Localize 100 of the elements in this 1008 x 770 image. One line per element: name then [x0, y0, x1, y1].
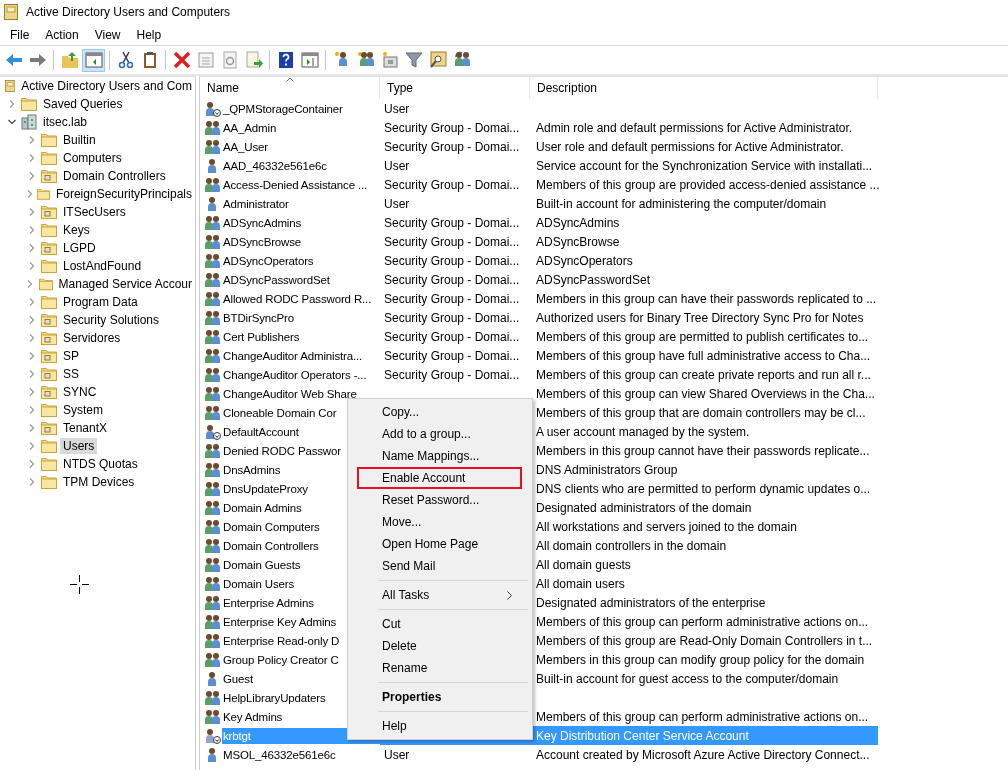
tree-item[interactable]: SYNC: [60, 384, 100, 400]
tree-item[interactable]: Domain Controllers: [60, 168, 169, 184]
name-cell[interactable]: Cert Publishers: [222, 328, 301, 345]
name-cell[interactable]: Key Admins: [222, 708, 284, 725]
collapsed-chevron-icon[interactable]: [27, 352, 36, 360]
name-cell[interactable]: Domain Guests: [222, 556, 302, 573]
collapsed-chevron-icon[interactable]: [25, 190, 34, 198]
name-cell[interactable]: ADSyncBrowse: [222, 233, 303, 250]
collapsed-chevron-icon[interactable]: [26, 280, 35, 288]
tree-item[interactable]: Managed Service Accour: [55, 276, 195, 292]
tree-item[interactable]: Active Directory Users and Com: [18, 78, 195, 94]
context-menu-item[interactable]: Add to a group...: [348, 423, 522, 445]
context-menu-item[interactable]: Open Home Page: [348, 533, 522, 555]
name-cell[interactable]: DefaultAccount: [222, 423, 300, 440]
name-cell[interactable]: Allowed RODC Password R...: [222, 290, 373, 307]
context-menu-item[interactable]: Send Mail: [348, 555, 522, 577]
name-cell[interactable]: Domain Controllers: [222, 537, 320, 554]
tree-item[interactable]: NTDS Quotas: [60, 456, 141, 472]
collapsed-chevron-icon[interactable]: [27, 442, 36, 450]
name-cell[interactable]: Guest: [222, 670, 254, 687]
collapsed-chevron-icon[interactable]: [27, 370, 36, 378]
name-cell[interactable]: ChangeAuditor Administra...: [222, 347, 364, 364]
name-cell[interactable]: Domain Admins: [222, 499, 303, 516]
tree-item[interactable]: Saved Queries: [40, 96, 126, 112]
context-menu-item[interactable]: Copy...: [348, 401, 522, 423]
tree-item[interactable]: Security Solutions: [60, 312, 163, 328]
collapsed-chevron-icon[interactable]: [27, 460, 36, 468]
name-cell[interactable]: ADSyncPasswordSet: [222, 271, 331, 288]
tree-item[interactable]: Keys: [60, 222, 93, 238]
name-cell[interactable]: Enterprise Read-only D: [222, 632, 341, 649]
collapsed-chevron-icon[interactable]: [27, 172, 36, 180]
collapsed-chevron-icon[interactable]: [27, 424, 36, 432]
context-menu-item[interactable]: Move...: [348, 511, 522, 533]
description-cell-text: Members in this group can have their passwords replicated to ...: [535, 290, 878, 308]
name-cell[interactable]: Enterprise Admins: [222, 594, 315, 611]
collapsed-chevron-icon[interactable]: [27, 226, 36, 234]
name-cell[interactable]: ADSyncOperators: [222, 252, 315, 269]
name-cell[interactable]: ADSyncAdmins: [222, 214, 303, 231]
name-cell[interactable]: DnsAdmins: [222, 461, 282, 478]
context-menu-item[interactable]: Cut: [348, 613, 522, 635]
expanded-chevron-icon[interactable]: [7, 118, 16, 126]
tree-item[interactable]: SS: [60, 366, 82, 382]
tree-item[interactable]: Builtin: [60, 132, 99, 148]
tree-item[interactable]: Users: [60, 438, 98, 454]
name-cell[interactable]: ChangeAuditor Web Share: [222, 385, 358, 402]
name-cell[interactable]: Access-Denied Assistance ...: [222, 176, 369, 193]
collapsed-chevron-icon[interactable]: [27, 208, 36, 216]
name-cell[interactable]: Group Policy Creator C: [222, 651, 340, 668]
context-menu-item[interactable]: Enable Account: [348, 467, 522, 489]
tree-item[interactable]: TPM Devices: [60, 474, 138, 490]
collapsed-chevron-icon[interactable]: [27, 298, 36, 306]
column-header[interactable]: Type: [380, 77, 530, 99]
tree-item[interactable]: LostAndFound: [60, 258, 145, 274]
name-cell[interactable]: ChangeAuditor Operators -...: [222, 366, 368, 383]
collapsed-chevron-icon[interactable]: [27, 154, 36, 162]
name-cell[interactable]: DnsUpdateProxy: [222, 480, 309, 497]
context-menu-item[interactable]: Properties: [348, 686, 522, 708]
name-cell[interactable]: HelpLibraryUpdaters: [222, 689, 327, 706]
context-menu-item[interactable]: Delete: [348, 635, 522, 657]
context-menu-item[interactable]: Name Mappings...: [348, 445, 522, 467]
context-menu-item[interactable]: Rename: [348, 657, 522, 679]
menu-item[interactable]: Help: [128, 25, 170, 44]
menu-item[interactable]: Action: [37, 25, 87, 44]
name-cell[interactable]: AAD_46332e561e6c: [222, 157, 328, 174]
collapsed-chevron-icon[interactable]: [27, 478, 36, 486]
menu-item[interactable]: File: [2, 25, 38, 44]
name-cell[interactable]: Denied RODC Passwor: [222, 442, 342, 459]
tree-item[interactable]: LGPD: [60, 240, 99, 256]
tree-item[interactable]: Program Data: [60, 294, 141, 310]
name-cell[interactable]: Domain Users: [222, 575, 296, 592]
collapsed-chevron-icon[interactable]: [27, 244, 36, 252]
tree-item[interactable]: itsec.lab: [40, 114, 91, 130]
name-cell[interactable]: Enterprise Key Admins: [222, 613, 338, 630]
menu-item[interactable]: View: [86, 25, 129, 44]
name-cell[interactable]: AA_Admin: [222, 119, 278, 136]
collapsed-chevron-icon[interactable]: [27, 334, 36, 342]
name-cell[interactable]: _QPMStorageContainer: [222, 100, 344, 117]
tree-item[interactable]: System: [60, 402, 106, 418]
tree-item[interactable]: ForeignSecurityPrincipals: [52, 186, 195, 202]
tree-item[interactable]: TenantX: [60, 420, 111, 436]
name-cell[interactable]: BTDirSyncPro: [222, 309, 296, 326]
collapsed-chevron-icon[interactable]: [7, 100, 16, 108]
tree-item[interactable]: Servidores: [60, 330, 124, 346]
tree-item[interactable]: ITSecUsers: [60, 204, 129, 220]
collapsed-chevron-icon[interactable]: [27, 136, 36, 144]
context-menu-item[interactable]: Reset Password...: [348, 489, 522, 511]
name-cell[interactable]: Cloneable Domain Cor: [222, 404, 338, 421]
tree-item[interactable]: Computers: [60, 150, 125, 166]
column-header[interactable]: Description: [530, 77, 878, 99]
context-menu-item[interactable]: All Tasks: [348, 584, 522, 606]
name-cell[interactable]: Domain Computers: [222, 518, 321, 535]
name-cell[interactable]: MSOL_46332e561e6c: [222, 746, 337, 763]
collapsed-chevron-icon[interactable]: [27, 316, 36, 324]
collapsed-chevron-icon[interactable]: [27, 262, 36, 270]
collapsed-chevron-icon[interactable]: [27, 406, 36, 414]
name-cell[interactable]: Administrator: [222, 195, 290, 212]
name-cell[interactable]: AA_User: [222, 138, 269, 155]
tree-item[interactable]: SP: [60, 348, 82, 364]
collapsed-chevron-icon[interactable]: [27, 388, 36, 396]
column-header[interactable]: Name: [200, 77, 380, 99]
